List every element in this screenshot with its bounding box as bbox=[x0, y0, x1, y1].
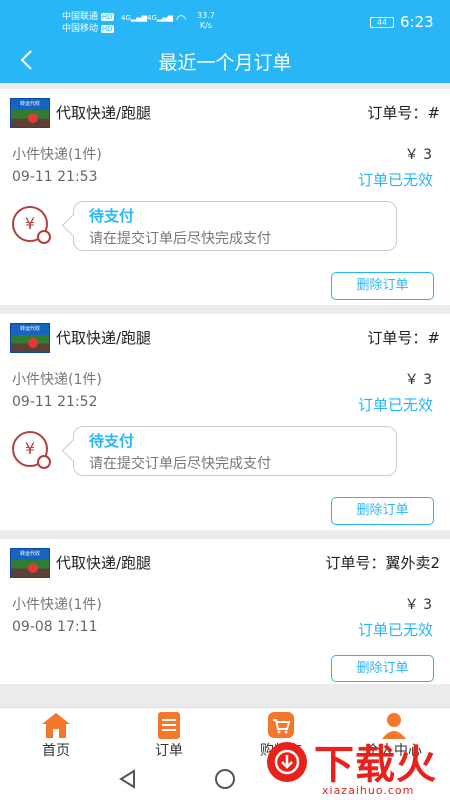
price: ￥ 3 bbox=[404, 147, 432, 163]
payment-title: 待支付 bbox=[89, 207, 135, 225]
home-icon bbox=[42, 713, 70, 738]
service-name: 代取快递/跑腿 bbox=[56, 554, 152, 572]
carrier-1: 中国联通 bbox=[62, 12, 99, 22]
order-date: 09-11 21:53 bbox=[12, 169, 98, 185]
order-status: 订单已无效 bbox=[357, 621, 433, 639]
shop-logo: 转运代收 bbox=[10, 98, 50, 128]
payment-hint: 请在提交订单后尽快完成支付 bbox=[89, 456, 271, 472]
nav-home-icon[interactable] bbox=[215, 769, 235, 789]
watermark: 下载火 xiazaihuo.com bbox=[264, 732, 450, 800]
order-number: 订单号：# bbox=[367, 104, 440, 122]
watermark-text: 下载火 bbox=[314, 742, 437, 788]
order-date: 09-08 17:11 bbox=[12, 619, 98, 635]
clock: 6:23 bbox=[400, 13, 434, 31]
order-date: 09-11 21:52 bbox=[12, 394, 98, 410]
network-type: 4G bbox=[147, 14, 157, 22]
order-number: 订单号：翼外卖2 bbox=[325, 554, 440, 572]
watermark-logo-icon bbox=[267, 742, 307, 782]
service-name: 代取快递/跑腿 bbox=[56, 329, 152, 347]
signal-icon: 4G▂▄▆ bbox=[121, 14, 148, 22]
tab-label: 订单 bbox=[155, 743, 183, 759]
shop-logo: 转运代收 bbox=[10, 548, 50, 578]
tab-orders[interactable]: 订单 bbox=[124, 708, 214, 760]
order-number: 订单号：# bbox=[367, 329, 440, 347]
logo-text: 转运代收 bbox=[19, 551, 40, 557]
order-card: 转运代收 代取快递/跑腿 订单号：# 小件快递(1件) ￥ 3 09-11 21… bbox=[0, 314, 450, 530]
app-header: 最近一个月订单 bbox=[0, 38, 450, 83]
service-name: 代取快递/跑腿 bbox=[56, 104, 152, 122]
payment-notice: 待支付 请在提交订单后尽快完成支付 bbox=[73, 426, 397, 476]
watermark-url: xiazaihuo.com bbox=[322, 784, 415, 797]
delete-order-button[interactable]: 删除订单 bbox=[331, 272, 434, 300]
payment-pending-icon: ¥ bbox=[12, 431, 51, 469]
item-desc: 小件快递(1件) bbox=[12, 372, 102, 388]
delete-order-button[interactable]: 删除订单 bbox=[331, 655, 434, 682]
battery-level: 44 bbox=[376, 18, 388, 27]
signal-icon: 4G▂▄▆ bbox=[147, 14, 174, 22]
item-desc: 小件快递(1件) bbox=[12, 147, 102, 163]
logo-text: 转运代收 bbox=[19, 326, 40, 332]
order-status: 订单已无效 bbox=[357, 171, 433, 189]
tab-home[interactable]: 首页 bbox=[11, 708, 101, 760]
payment-pending-icon: ¥ bbox=[12, 206, 51, 244]
logo-text: 转运代收 bbox=[19, 101, 40, 107]
order-card: 转运代收 代取快递/跑腿 订单号：# 小件快递(1件) ￥ 3 09-11 21… bbox=[0, 89, 450, 305]
nav-back-icon[interactable] bbox=[118, 769, 138, 789]
speed-value: 33.7 bbox=[197, 11, 215, 20]
item-desc: 小件快递(1件) bbox=[12, 597, 102, 613]
battery-icon: 44 bbox=[370, 17, 394, 28]
network-speed: 33.7 K/s bbox=[197, 11, 215, 31]
shop-logo: 转运代收 bbox=[10, 323, 50, 353]
payment-title: 待支付 bbox=[89, 432, 135, 450]
order-card: 转运代收 代取快递/跑腿 订单号：翼外卖2 小件快递(1件) ￥ 3 09-08… bbox=[0, 539, 450, 684]
price: ￥ 3 bbox=[404, 597, 432, 613]
hd-badge: HD bbox=[100, 25, 114, 33]
speed-unit: K/s bbox=[199, 21, 212, 30]
payment-notice: 待支付 请在提交订单后尽快完成支付 bbox=[73, 201, 397, 251]
price: ￥ 3 bbox=[404, 372, 432, 388]
carrier-info: 中国联通 HD 中国移动 HD bbox=[62, 11, 114, 35]
carrier-2: 中国移动 bbox=[62, 24, 99, 34]
order-list-icon bbox=[158, 712, 180, 739]
payment-hint: 请在提交订单后尽快完成支付 bbox=[89, 231, 271, 247]
network-type: 4G bbox=[121, 14, 131, 22]
hd-badge: HD bbox=[100, 13, 114, 21]
page-title: 最近一个月订单 bbox=[158, 52, 292, 74]
tab-label: 首页 bbox=[42, 743, 70, 759]
status-bar: 中国联通 HD 中国移动 HD 4G▂▄▆ 4G▂▄▆ ◠ 33.7 K/s 4… bbox=[0, 0, 450, 38]
order-status: 订单已无效 bbox=[357, 396, 433, 414]
delete-order-button[interactable]: 删除订单 bbox=[331, 497, 434, 525]
wifi-icon: ◠ bbox=[176, 12, 187, 26]
